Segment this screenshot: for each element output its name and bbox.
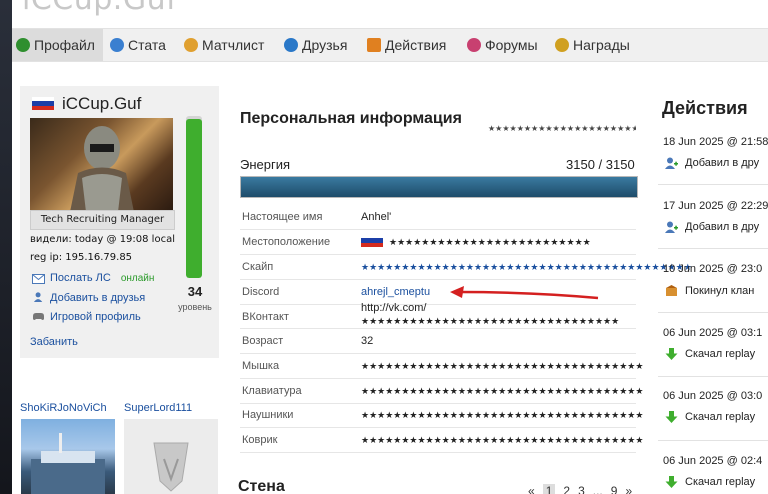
personal-info-title: Персональная информация [240,110,462,127]
action-separator [658,376,768,377]
info-row-vk: ВКонтакт http://vk.com/ ★★★★★★★★★★★★★★★★… [240,302,636,329]
add-friend-icon [665,157,678,169]
personal-info-stars: ★★★★★★★★★★★★★★★★★★★★★ [488,124,636,133]
page-9[interactable]: 9 [611,484,618,494]
action-date: 06 Jun 2025 @ 03:0 [663,390,763,402]
info-row-headphones: Наушники ★★★★★★★★★★★★★★★★★★★★★★★★★★★★★★★… [240,403,643,428]
add-friend-link[interactable]: Добавить в друзья [50,292,145,304]
awards-icon [555,38,569,52]
profile-card: iCCup.Guf 34 уровень Tech Recruiting Man… [20,86,219,358]
info-row-skype: Скайп ★★★★★★★★★★★★★★★★★★★★★★★★★★★★★★★★★★… [240,255,692,280]
action-separator [658,248,768,249]
energy-bar [240,176,638,198]
actions-icon [367,38,381,52]
page-background [0,0,12,494]
annotation-arrow [450,286,599,300]
info-row-mousepad: Коврик ★★★★★★★★★★★★★★★★★★★★★★★★★★★★★★★★★… [240,428,643,453]
wall-title: Стена [238,478,285,494]
friend-name[interactable]: SuperLord111 [124,402,192,414]
page-2[interactable]: 2 [563,484,570,494]
tab-actions[interactable]: Действия [367,29,446,61]
wall-pagination: « 1 2 3... 9 » [528,484,640,494]
action-date: 17 Jun 2025 @ 22:29 [663,200,768,212]
info-row-keyboard: Клавиатура ★★★★★★★★★★★★★★★★★★★★★★★★★★★★★… [240,379,643,404]
tab-profile[interactable]: Профайл [12,29,103,61]
action-text[interactable]: Добавил в дру [685,157,759,169]
friend-avatar[interactable] [21,419,115,494]
clan-icon [666,285,677,296]
download-icon [665,411,678,423]
russia-flag-icon [361,234,383,247]
level-bar [186,116,202,278]
info-row-real-name: Настоящее имя Anhel' [240,205,636,230]
profile-nav: Профайл Стата Матчлист Друзья Действия Ф… [12,28,768,62]
info-row-age: Возраст 32 [240,329,636,354]
profile-page: iCCup.Guf Профайл Стата Матчлист Друзья … [12,0,768,494]
last-seen: видели: today @ 19:08 local [30,234,175,245]
tab-forums[interactable]: Форумы [467,29,538,61]
level-label: уровень [178,302,212,312]
tab-matchlist[interactable]: Матчлист [184,29,264,61]
tab-stats[interactable]: Стата [110,29,166,61]
ban-link[interactable]: Забанить [30,336,78,348]
action-date: 06 Jun 2025 @ 03:1 [663,327,763,339]
online-status: онлайн [120,273,155,284]
site-title: iCCup.Guf [22,0,177,17]
add-friend-icon [665,221,678,233]
energy-bar-fill [241,177,637,197]
discord-link[interactable]: ahrejl_cmeptu [361,286,430,298]
avatar [30,118,173,212]
tab-awards[interactable]: Награды [555,29,630,61]
download-icon [665,348,678,360]
profile-username: iCCup.Guf [62,94,142,113]
action-text[interactable]: Скачал replay [685,411,755,423]
russia-flag-icon [32,97,54,110]
page-ellipsis: ... [592,484,603,494]
level-bar-fill [186,119,202,278]
matchlist-icon [184,38,198,52]
gamepad-icon [33,313,44,320]
action-separator [658,184,768,185]
send-message-link[interactable]: Послать ЛС онлайн [50,272,154,284]
page-prev[interactable]: « [528,484,535,494]
add-friend-icon [33,292,43,302]
action-separator [658,312,768,313]
page-3[interactable]: 3 [578,484,585,494]
page-next[interactable]: » [625,484,632,494]
game-profile-link[interactable]: Игровой профиль [50,311,141,323]
friends-icon [284,38,298,52]
friend-name[interactable]: ShoKiRJoNoViCh [20,402,107,414]
action-text[interactable]: Скачал replay [685,348,755,360]
reg-ip: reg ip: 195.16.79.85 [30,252,133,263]
action-date: 18 Jun 2025 @ 21:58 [663,136,768,148]
energy-value: 3150 / 3150 [566,157,635,172]
tab-friends[interactable]: Друзья [284,29,347,61]
role-badge: Tech Recruiting Manager [30,210,175,230]
download-icon [665,476,678,488]
info-row-location: Местоположение ★★★★★★★★★★★★★★★★★★★★★★★★★ [240,230,636,255]
action-text[interactable]: Добавил в дру [685,221,759,233]
forums-icon [467,38,481,52]
level-number: 34 [187,284,203,299]
friend-avatar[interactable] [124,419,218,494]
actions-title: Действия [662,98,748,118]
action-text[interactable]: Скачал replay [685,476,755,488]
action-date: 10 Jun 2025 @ 23:0 [663,263,763,275]
mail-icon [32,274,45,284]
page-1[interactable]: 1 [542,484,556,494]
profile-icon [16,38,30,52]
info-row-mouse: Мышка ★★★★★★★★★★★★★★★★★★★★★★★★★★★★★★★★★★… [240,354,643,379]
action-text: Покинул клан [685,285,755,297]
action-separator [658,440,768,441]
energy-label: Энергия [240,157,291,172]
action-date: 06 Jun 2025 @ 02:4 [663,455,763,467]
stats-icon [110,38,124,52]
